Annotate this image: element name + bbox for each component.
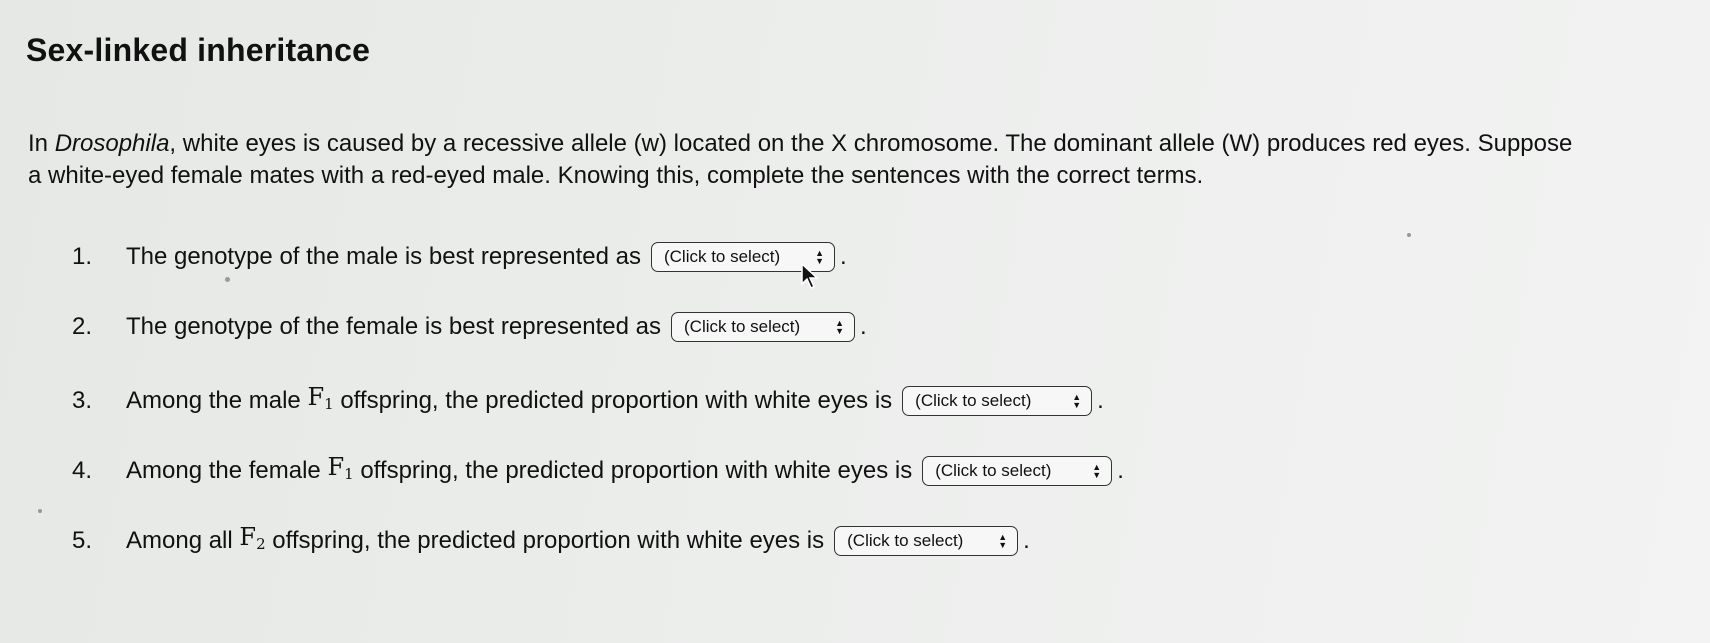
select-label: (Click to select) bbox=[935, 460, 1052, 480]
intro-post: , white eyes is caused by a recessive al… bbox=[28, 130, 1573, 189]
question-5: 5. Among all F2 offspring, the predicted… bbox=[72, 521, 1030, 560]
worksheet-page: Sex-linked inheritance In Drosophila, wh… bbox=[0, 0, 1710, 643]
screen-speck bbox=[225, 277, 230, 282]
question-text-pre: Among all bbox=[126, 526, 233, 554]
question-number: 3. bbox=[72, 386, 93, 414]
generation-label: F1 bbox=[307, 383, 334, 413]
generation-label: F2 bbox=[239, 523, 266, 553]
screen-speck bbox=[1407, 233, 1411, 237]
intro-paragraph: In Drosophila, white eyes is caused by a… bbox=[28, 128, 1588, 192]
answer-select-2[interactable]: (Click to select) ▲ ▼ bbox=[671, 312, 855, 342]
sentence-end: . bbox=[1097, 386, 1104, 414]
question-text: The genotype of the male is best represe… bbox=[126, 243, 641, 270]
question-number: 4. bbox=[72, 456, 93, 484]
select-label: (Click to select) bbox=[915, 390, 1032, 410]
stepper-icon: ▲ ▼ bbox=[1092, 461, 1102, 480]
select-label: (Click to select) bbox=[663, 247, 781, 266]
question-text-post: offspring, the predicted proportion with… bbox=[340, 386, 893, 414]
mouse-pointer-icon bbox=[801, 262, 819, 290]
answer-select-5[interactable]: (Click to select) ▲ ▼ bbox=[834, 525, 1019, 556]
question-4: 4. Among the female F1 offspring, the pr… bbox=[72, 451, 1124, 490]
question-2: 2. The genotype of the female is best re… bbox=[72, 311, 867, 343]
answer-select-3[interactable]: (Click to select) ▲ ▼ bbox=[902, 385, 1093, 416]
stepper-icon: ▲ ▼ bbox=[1072, 391, 1082, 410]
page-title: Sex-linked inheritance bbox=[26, 32, 371, 68]
question-3: 3. Among the male F1 offspring, the pred… bbox=[72, 381, 1104, 420]
sentence-end: . bbox=[1117, 456, 1124, 484]
intro-pre: In bbox=[28, 130, 55, 157]
screen-speck bbox=[38, 509, 42, 513]
question-number: 2. bbox=[72, 313, 93, 340]
sentence-end: . bbox=[860, 313, 867, 340]
select-label: (Click to select) bbox=[684, 317, 801, 336]
question-text-pre: Among the male bbox=[126, 386, 301, 414]
sentence-end: . bbox=[1023, 526, 1030, 554]
question-number: 5. bbox=[72, 526, 93, 554]
stepper-icon: ▲ ▼ bbox=[998, 531, 1008, 550]
question-text-pre: Among the female bbox=[126, 456, 321, 484]
question-number: 1. bbox=[72, 243, 93, 270]
answer-select-4[interactable]: (Click to select) ▲ ▼ bbox=[922, 455, 1113, 486]
question-text: The genotype of the female is best repre… bbox=[126, 313, 661, 340]
generation-label: F1 bbox=[327, 453, 354, 483]
sentence-end: . bbox=[839, 243, 847, 270]
stepper-icon: ▲ ▼ bbox=[835, 318, 844, 336]
question-1: 1. The genotype of the male is best repr… bbox=[72, 241, 847, 273]
question-text-post: offspring, the predicted proportion with… bbox=[272, 526, 825, 554]
select-label: (Click to select) bbox=[847, 530, 964, 550]
intro-species: Drosophila bbox=[54, 130, 170, 157]
question-text-post: offspring, the predicted proportion with… bbox=[360, 456, 913, 484]
